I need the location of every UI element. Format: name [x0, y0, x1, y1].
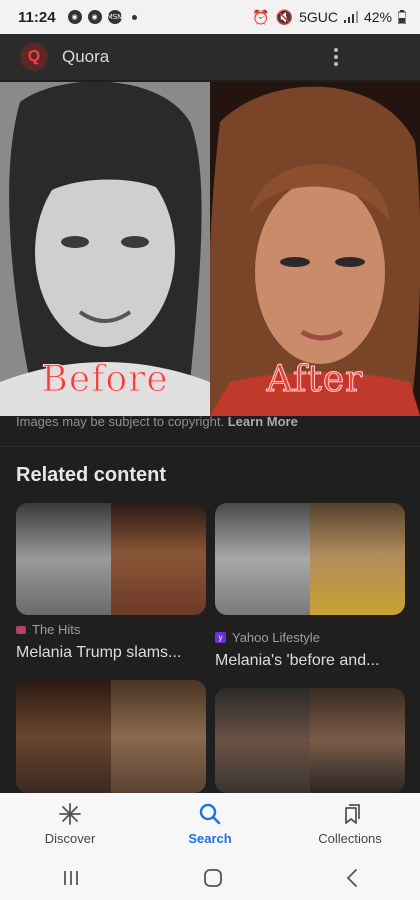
related-thumbnail	[16, 503, 206, 615]
divider	[0, 446, 420, 447]
bottom-navigation: Discover Search Collections	[0, 793, 420, 855]
nav-label: Search	[188, 830, 232, 846]
alarm-icon: ⏰	[252, 8, 270, 25]
related-card[interactable]	[215, 503, 405, 615]
card-title[interactable]: Melania's 'before and...	[215, 652, 379, 670]
recent-apps-icon[interactable]	[61, 869, 81, 887]
related-card[interactable]	[215, 688, 405, 793]
nav-search[interactable]: Search	[150, 803, 270, 846]
source-icon	[16, 625, 26, 634]
battery-icon	[398, 10, 406, 24]
source-header[interactable]: Q Quora	[0, 34, 420, 80]
nav-collections[interactable]: Collections	[290, 803, 410, 846]
nav-label: Collections	[318, 830, 382, 846]
before-image: Before	[0, 82, 210, 416]
more-options-icon[interactable]	[334, 48, 338, 66]
related-thumbnail	[16, 680, 206, 793]
after-label: After	[266, 359, 364, 401]
battery-percent: 42%	[363, 9, 392, 25]
related-thumbnail	[215, 503, 405, 615]
copyright-notice: Images may be subject to copyright. Lear…	[16, 414, 298, 429]
mute-icon: 🔇	[275, 8, 294, 25]
related-card[interactable]	[16, 503, 206, 615]
msn-icon: MSN	[107, 10, 122, 24]
status-time: 11:24	[18, 8, 56, 26]
nav-discover[interactable]: Discover	[10, 802, 130, 846]
site-name[interactable]: Quora	[62, 47, 109, 67]
card-source: y Yahoo Lifestyle	[215, 630, 320, 645]
related-content-heading: Related content	[16, 464, 167, 486]
related-card[interactable]	[16, 680, 206, 793]
collections-icon	[345, 803, 360, 824]
nav-label: Discover	[44, 830, 96, 846]
source-icon: y	[215, 632, 226, 643]
status-bar: 11:24 ◉ ◉ MSN ⏰ 🔇 5GUC 42%	[0, 0, 420, 34]
notification-icon: ◉	[67, 10, 82, 24]
card-title[interactable]: Melania Trump slams...	[16, 644, 181, 662]
system-navigation	[0, 855, 420, 900]
home-icon[interactable]	[203, 868, 223, 888]
card-source: The Hits	[16, 622, 80, 637]
signal-icon	[343, 11, 358, 23]
quora-logo: Q	[20, 43, 48, 71]
asterisk-icon	[59, 802, 81, 825]
before-label: Before	[41, 359, 169, 401]
related-thumbnail	[215, 688, 405, 793]
more-notifications-icon	[131, 14, 137, 20]
learn-more-link[interactable]: Learn More	[228, 414, 298, 429]
after-image: After	[210, 82, 420, 416]
search-icon	[199, 803, 221, 824]
network-type: 5GUC	[299, 9, 338, 25]
main-image[interactable]: Before After	[0, 82, 420, 416]
notification-icon: ◉	[87, 10, 102, 24]
back-icon[interactable]	[345, 868, 359, 888]
